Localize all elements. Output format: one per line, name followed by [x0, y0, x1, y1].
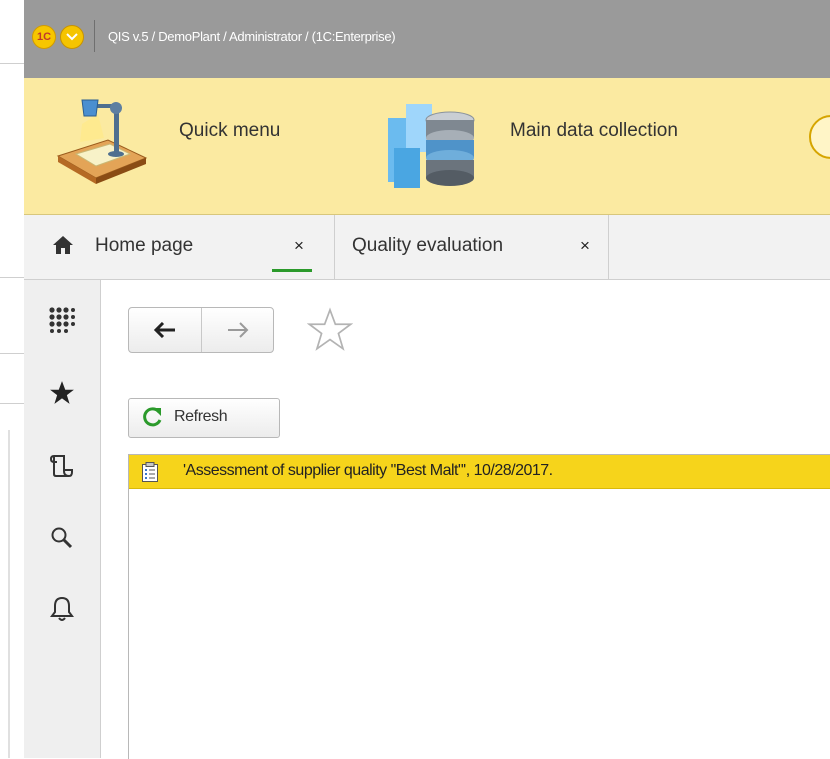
back-button[interactable] [129, 308, 202, 352]
tab-divider [608, 215, 609, 279]
navigation-buttons [128, 307, 274, 353]
title-bar: 1C QIS v.5 / DemoPlant / Administrator /… [24, 0, 830, 78]
grid-icon[interactable] [44, 302, 80, 338]
arrow-left-icon [153, 322, 175, 338]
refresh-label: Refresh [174, 408, 228, 425]
list-item[interactable]: 'Assessment of supplier quality "Best Ma… [129, 455, 830, 489]
history-icon[interactable] [44, 448, 80, 484]
chevron-down-icon [66, 33, 78, 41]
next-section-icon[interactable] [809, 115, 830, 159]
favorites-star-icon[interactable] [44, 375, 80, 411]
title-separator [94, 20, 95, 52]
add-to-favorites-star-icon[interactable] [307, 307, 353, 353]
open-windows-tabbar: Home page × Quality evaluation × [24, 215, 830, 280]
forward-button[interactable] [202, 308, 273, 352]
tab-quality-label: Quality evaluation [352, 235, 504, 256]
refresh-button[interactable]: Refresh [128, 398, 280, 438]
tab-home-label: Home page [95, 235, 194, 256]
home-icon [53, 236, 73, 254]
active-tab-indicator [272, 269, 312, 272]
main-menu-dropdown-button[interactable] [60, 25, 84, 49]
clipboard-document-icon [142, 462, 158, 482]
tab-home-page[interactable]: Home page × [24, 215, 344, 279]
search-icon[interactable] [44, 520, 80, 556]
form-area: Refresh 'Assessment of supplier quality … [101, 280, 830, 759]
window-title: QIS v.5 / DemoPlant / Administrator / (1… [108, 29, 396, 44]
close-icon[interactable]: × [580, 236, 590, 256]
quick-menu-label: Quick menu [179, 120, 281, 141]
documents-list: 'Assessment of supplier quality "Best Ma… [128, 454, 830, 759]
list-item-text: 'Assessment of supplier quality "Best Ma… [183, 462, 553, 479]
tools-panel [24, 280, 101, 758]
desktop-strip [0, 0, 24, 758]
desk-lamp-icon [56, 99, 148, 184]
bell-icon[interactable] [44, 591, 80, 627]
app-window: 1C QIS v.5 / DemoPlant / Administrator /… [24, 0, 830, 759]
app-logo[interactable]: 1C [32, 25, 56, 49]
quick-menu-section[interactable]: Quick menu [24, 78, 364, 214]
database-icon [388, 104, 475, 188]
refresh-icon [143, 407, 162, 427]
sections-panel: Quick menu Main data collection [24, 78, 830, 215]
close-icon[interactable]: × [294, 236, 304, 256]
arrow-right-icon [227, 322, 248, 338]
main-data-collection-label: Main data collection [510, 120, 678, 141]
main-data-collection-section[interactable]: Main data collection [364, 78, 804, 214]
